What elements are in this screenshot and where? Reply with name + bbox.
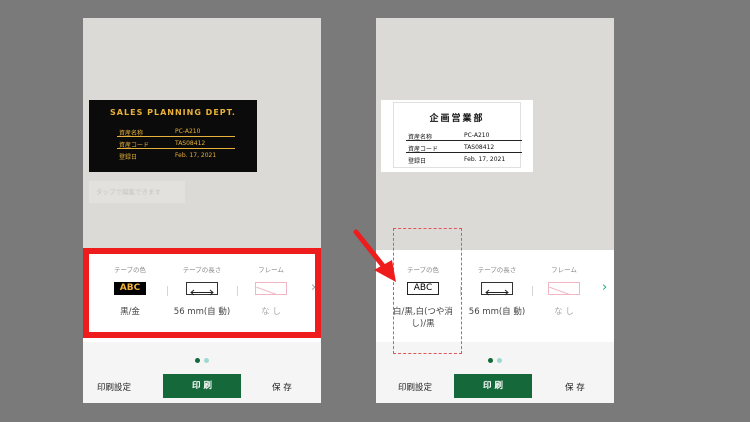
label-preview-black-gold[interactable]: SALES PLANNING DEPT. 資産名称 PC-A210 資産コード … [89,100,257,172]
frame-none-icon [548,282,580,295]
label-row: 登録日 Feb. 17, 2021 [119,152,217,161]
frame-caption: フレーム [551,266,577,274]
page-dot[interactable] [204,358,209,363]
red-arrow-icon [353,229,396,282]
print-settings-button[interactable]: 印刷設定 [97,381,131,393]
chevron-right-icon[interactable]: › [602,280,607,295]
save-button[interactable]: 保 存 [272,381,292,393]
print-button[interactable]: 印 刷 [454,374,532,398]
tape-length-value: 56 mm(自 動) [468,307,526,317]
label-row: 資産名称 PC-A210 [117,126,235,137]
highlight-box [83,248,321,338]
tape-length-caption: テープの長さ [477,266,517,274]
save-button[interactable]: 保 存 [565,381,585,393]
left-phone-screen: SALES PLANNING DEPT. 資産名称 PC-A210 資産コード … [83,18,321,403]
label-preview-area[interactable]: 企画営業部 資産名称 PC-A210 資産コード TAS08412 登録日 Fe… [376,18,614,250]
print-button[interactable]: 印 刷 [163,374,241,398]
page-indicator [83,348,321,367]
page-dot-active[interactable] [488,358,493,363]
label-title: SALES PLANNING DEPT. [110,108,236,117]
print-settings-button[interactable]: 印刷設定 [398,381,432,393]
label-row: 資産コード TAS08412 [117,138,235,149]
label-row: 資産コード TAS08412 [406,142,522,153]
double-arrow-icon [481,282,513,296]
label-frame: 企画営業部 資産名称 PC-A210 資産コード TAS08412 登録日 Fe… [393,102,522,168]
label-title: 企画営業部 [429,114,485,124]
label-row: 登録日 Feb. 17, 2021 [408,156,506,165]
page-dot-active[interactable] [195,358,200,363]
tape-color-dashed-highlight [393,228,462,354]
label-preview-area[interactable]: SALES PLANNING DEPT. 資産名称 PC-A210 資産コード … [83,18,321,250]
tap-to-edit-hint: タップで編集できます [89,181,185,203]
bottom-action-bar: 印刷設定 印 刷 保 存 [376,370,614,403]
label-preview-white-black[interactable]: 企画営業部 資産名称 PC-A210 資産コード TAS08412 登録日 Fe… [381,100,533,172]
divider [532,286,533,296]
frame-value: な し [554,307,574,317]
page-dot[interactable] [497,358,502,363]
bottom-action-bar: 印刷設定 印 刷 保 存 [83,370,321,403]
label-row: 資産名称 PC-A210 [406,130,522,141]
